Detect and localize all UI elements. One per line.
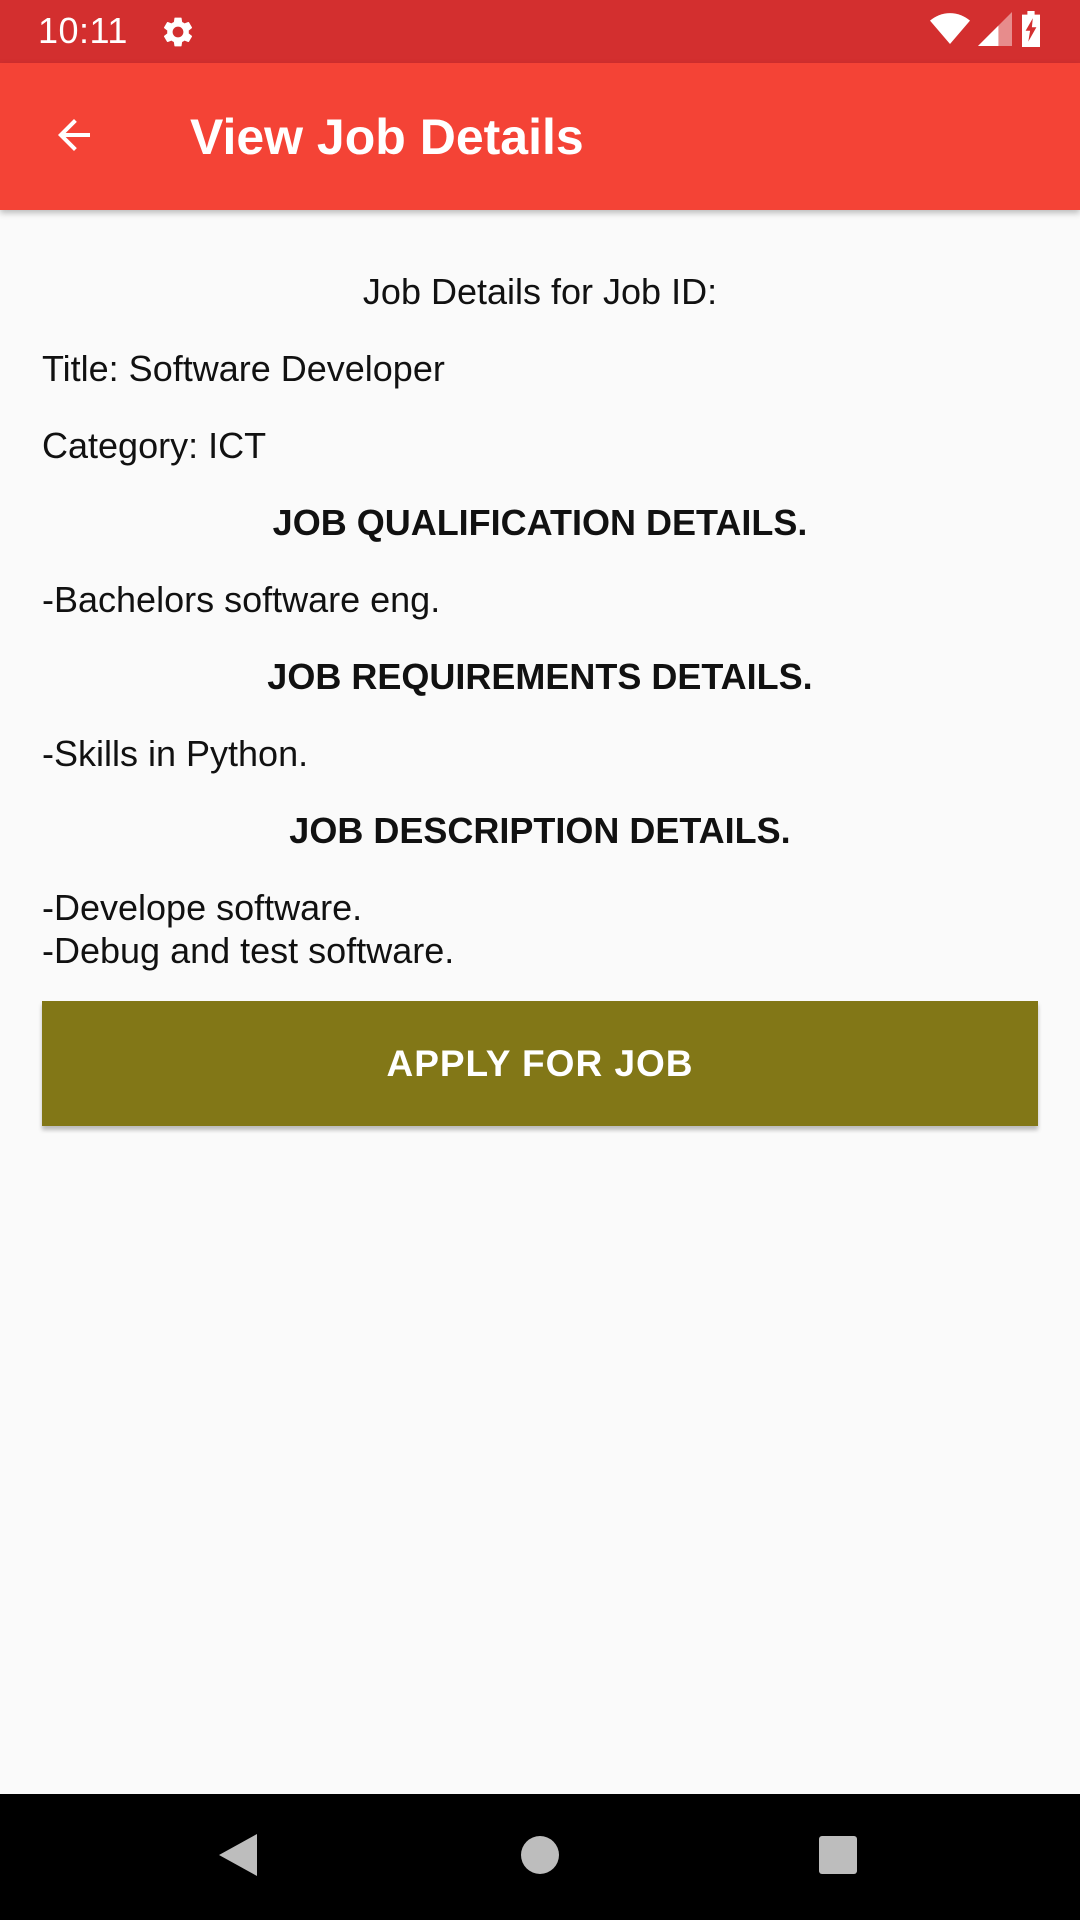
nav-back-button[interactable]: [198, 1824, 278, 1890]
battery-charging-icon: [1020, 10, 1042, 52]
arrow-back-icon: [50, 111, 98, 164]
job-id-header: Job Details for Job ID:: [362, 271, 718, 312]
navigation-bar: [0, 1794, 1080, 1920]
description-text: -Develope software. -Debug and test soft…: [42, 886, 454, 972]
description-line: -Develope software.: [42, 887, 363, 928]
home-circle-icon: [520, 1835, 560, 1880]
recents-square-icon: [818, 1835, 858, 1880]
nav-recents-button[interactable]: [798, 1824, 878, 1890]
description-line: -Debug and test software.: [42, 930, 455, 971]
wifi-icon: [930, 12, 970, 51]
job-category: Category: ICT: [42, 425, 267, 466]
apply-for-job-button[interactable]: APPLY FOR JOB: [42, 1001, 1038, 1126]
page-title: View Job Details: [190, 109, 584, 165]
requirements-text: -Skills in Python.: [42, 733, 309, 774]
back-triangle-icon: [217, 1832, 259, 1883]
description-heading: JOB DESCRIPTION DETAILS.: [289, 810, 791, 851]
status-bar: 10:11: [0, 0, 1080, 63]
back-button[interactable]: [34, 102, 114, 172]
status-time: 10:11: [38, 10, 128, 51]
job-title: Title: Software Developer: [42, 348, 445, 389]
app-bar: View Job Details: [0, 63, 1080, 210]
nav-home-button[interactable]: [500, 1824, 580, 1890]
settings-icon: [160, 14, 196, 50]
cellular-signal-icon: [978, 11, 1012, 51]
qualification-text: -Bachelors software eng.: [42, 579, 441, 620]
requirements-heading: JOB REQUIREMENTS DETAILS.: [267, 656, 813, 697]
qualification-heading: JOB QUALIFICATION DETAILS.: [272, 502, 808, 543]
status-icons: [930, 10, 1042, 52]
